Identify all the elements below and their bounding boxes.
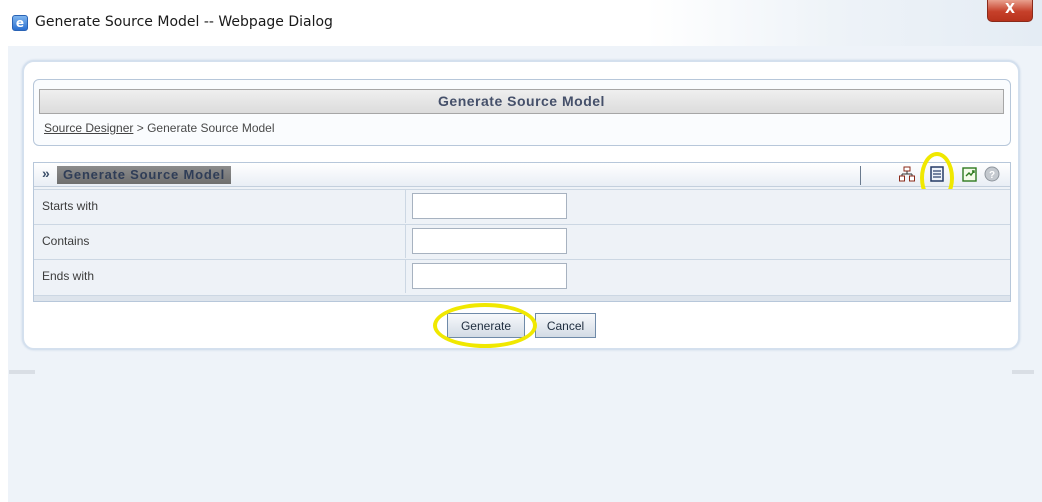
cancel-button[interactable]: Cancel xyxy=(535,313,596,338)
page-title: Generate Source Model xyxy=(39,89,1004,114)
svg-text:?: ? xyxy=(989,170,995,181)
row-divider xyxy=(405,190,406,223)
right-divider xyxy=(1012,370,1034,374)
form-row-contains: Contains xyxy=(34,224,1010,258)
collapse-chevron-icon[interactable]: » xyxy=(42,165,50,181)
close-button[interactable]: X xyxy=(987,0,1033,22)
ends-with-input[interactable] xyxy=(412,263,567,289)
browser-icon: e xyxy=(12,15,28,31)
breadcrumb: Source Designer > Generate Source Model xyxy=(44,121,275,135)
breadcrumb-link-source-designer[interactable]: Source Designer xyxy=(44,121,133,135)
generate-highlight xyxy=(433,303,537,348)
breadcrumb-current: Generate Source Model xyxy=(147,121,275,135)
form-row-starts-with: Starts with xyxy=(34,189,1010,223)
section-title: Generate Source Model xyxy=(57,166,232,184)
row-divider xyxy=(405,260,406,293)
contains-input[interactable] xyxy=(412,228,567,254)
starts-with-input[interactable] xyxy=(412,193,567,219)
form-row-ends-with: Ends with xyxy=(34,259,1010,293)
hierarchy-icon[interactable] xyxy=(899,166,915,182)
title-bar: e Generate Source Model -- Webpage Dialo… xyxy=(0,0,1042,46)
section-footer xyxy=(34,295,1010,301)
toolbar-separator xyxy=(860,166,861,185)
breadcrumb-separator: > xyxy=(136,121,144,135)
left-divider xyxy=(9,370,35,374)
ends-with-label: Ends with xyxy=(42,269,95,283)
starts-with-label: Starts with xyxy=(42,199,99,213)
help-icon[interactable]: ? xyxy=(984,166,1000,182)
window-title: Generate Source Model -- Webpage Dialog xyxy=(35,14,333,30)
export-icon[interactable] xyxy=(962,166,978,182)
contains-label: Contains xyxy=(42,234,90,248)
row-divider xyxy=(405,225,406,258)
